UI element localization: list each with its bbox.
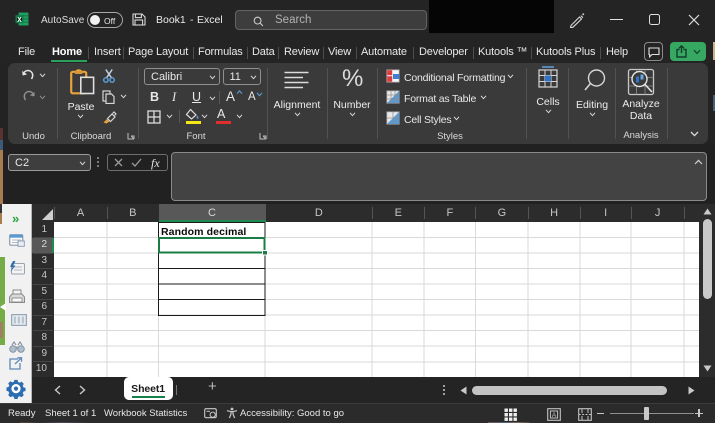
svg-text:X: X bbox=[17, 17, 22, 24]
svg-text:A: A bbox=[552, 412, 557, 419]
